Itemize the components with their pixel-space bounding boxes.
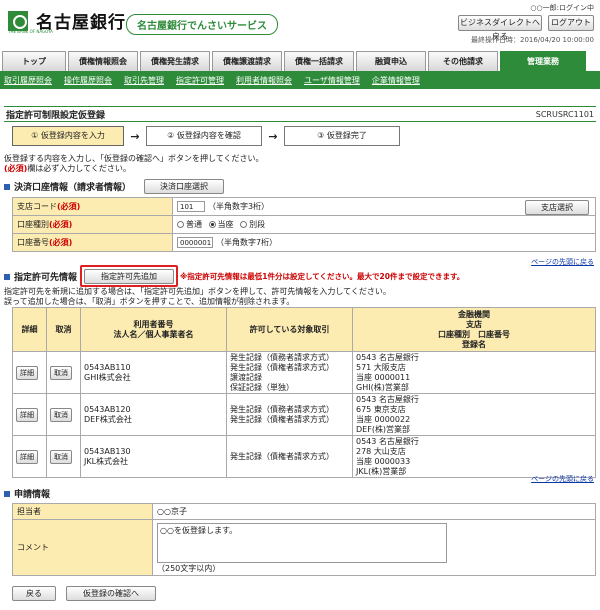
tab-bulk[interactable]: 債権一括請求: [284, 51, 354, 71]
subnav-user-manage[interactable]: ユーザ情報管理: [304, 75, 360, 86]
account-type-label: 口座種別(必須): [12, 215, 173, 234]
radio-futsu[interactable]: [177, 221, 184, 228]
detail-button[interactable]: 詳細: [16, 365, 38, 380]
subnav-partners[interactable]: 取引先管理: [124, 75, 164, 86]
permit-note-1: 指定許可先を新規に追加する場合は、「指定許可先追加」ボタンを押して、許可先情報を…: [4, 287, 391, 296]
required-mark: (必須): [4, 164, 28, 173]
detail-button[interactable]: 詳細: [16, 407, 38, 422]
radio-touza[interactable]: [208, 221, 216, 228]
page-top-link[interactable]: ページの先頭に戻る: [531, 257, 594, 267]
comment-label: コメント: [12, 519, 153, 576]
col-user: 利用者番号 法人名／個人事業者名: [80, 307, 227, 352]
permit-section-title: 指定許可先情報: [4, 270, 77, 283]
sub-navigation: 取引履歴照会 操作履歴照会 取引先管理 指定許可管理 利用者情報照会 ユーザ情報…: [0, 71, 600, 89]
main-tabs: トップ 債権情報照会 債権発生請求 債権譲渡請求 債権一括請求 融資申込 その他…: [0, 51, 600, 71]
branch-code-cell: 101 （半角数字3桁） 支店選択: [172, 197, 596, 216]
apply-table: 担当者 ○○京子 コメント ○○を仮登録します。 （250文字以内）: [12, 503, 596, 576]
arrow-right-icon: →: [130, 129, 140, 143]
required-note: 欄は必ず入力してください。: [27, 164, 131, 173]
subnav-company[interactable]: 企業情報管理: [372, 75, 420, 86]
step-1: ① 仮登録内容を入力: [12, 126, 124, 146]
permit-warning: ※指定許可先情報は最低1件分は設定してください。最大で20件まで設定できます。: [180, 272, 465, 281]
account-type-cell: 普通 当座 別段: [172, 215, 596, 234]
arrow-right-icon: →: [268, 129, 278, 143]
account-number-input[interactable]: 0000001: [177, 237, 213, 248]
subnav-history[interactable]: 取引履歴照会: [4, 75, 52, 86]
tab-other[interactable]: その他請求: [428, 51, 498, 71]
staff-label: 担当者: [12, 503, 153, 520]
bank-logo-icon: [8, 10, 28, 31]
tab-issue[interactable]: 債権発生請求: [140, 51, 210, 71]
page-title: 指定許可制限設定仮登録: [6, 110, 106, 121]
cancel-button[interactable]: 取消: [50, 365, 72, 380]
col-cancel: 取消: [46, 307, 81, 352]
step-2: ② 仮登録内容を確認: [146, 126, 262, 146]
add-permit-button[interactable]: 指定許可先追加: [84, 269, 174, 284]
tab-inquiry[interactable]: 債権情報照会: [68, 51, 138, 71]
staff-value: ○○京子: [152, 503, 596, 520]
comment-textarea[interactable]: ○○を仮登録します。: [157, 523, 447, 563]
cancel-button[interactable]: 取消: [50, 449, 72, 464]
permit-table: 詳細 取消 利用者番号 法人名／個人事業者名 許可している対象取引 金融機関 支…: [12, 307, 596, 478]
detail-button[interactable]: 詳細: [16, 449, 38, 464]
subnav-user-info[interactable]: 利用者情報照会: [236, 75, 292, 86]
intro-text: 仮登録する内容を入力し、「仮登録の確認へ」ボタンを押してください。: [4, 154, 264, 163]
account-number-label: 口座番号(必須): [12, 233, 173, 252]
tab-top[interactable]: トップ: [2, 51, 66, 71]
header: 名古屋銀行 THE BANK OF NAGOYA 名古屋銀行でんさいサービス ○…: [0, 0, 600, 50]
step-3: ③ 仮登録完了: [284, 126, 400, 146]
confirm-button[interactable]: 仮登録の確認へ: [66, 586, 156, 601]
logout-button[interactable]: ログアウト: [548, 15, 594, 31]
subnav-operation-history[interactable]: 操作履歴照会: [64, 75, 112, 86]
screen-code: SCRUSRC1101: [535, 109, 594, 119]
comment-cell: ○○を仮登録します。 （250文字以内）: [152, 519, 596, 576]
bank-sub: THE BANK OF NAGOYA: [8, 29, 53, 34]
branch-code-input[interactable]: 101: [177, 201, 205, 212]
page-top-link[interactable]: ページの先頭に戻る: [531, 474, 594, 484]
apply-section-title: 申請情報: [4, 487, 50, 500]
table-row: 詳細 取消 0543AB130 JKL株式会社 発生記録（債権者請求方式） 054…: [12, 435, 596, 478]
cancel-button[interactable]: 取消: [50, 407, 72, 422]
last-operation: 最終操作日時：2016/04/20 10:00:00: [470, 36, 594, 44]
business-direct-button[interactable]: ビジネスダイレクトへ戻る: [458, 15, 542, 41]
settle-section-title: 決済口座情報（請求者情報）: [4, 180, 131, 193]
table-row: 詳細 取消 0543AB120 DEF株式会社 発生記録（債務者請求方式） 発生記…: [12, 393, 596, 436]
settle-account-select-button[interactable]: 決済口座選択: [144, 179, 224, 194]
tab-management[interactable]: 管理業務: [500, 51, 586, 71]
settle-table: 支店コード(必須) 101 （半角数字3桁） 支店選択 口座種別(必須) 普通 当…: [12, 197, 596, 252]
subnav-permit[interactable]: 指定許可管理: [176, 75, 224, 86]
col-bank: 金融機関 支店 口座種別 口座番号 登録名: [352, 307, 596, 352]
settle-title: 決済口座情報（請求者情報）: [14, 183, 132, 193]
radio-betsudan[interactable]: [240, 221, 248, 228]
account-number-cell: 0000001 （半角数字7桁）: [172, 233, 596, 252]
branch-select-button[interactable]: 支店選択: [525, 200, 589, 215]
permit-note-2: 誤って追加した場合は、「取消」ボタンを押すことで、追加情報が削除されます。: [4, 297, 295, 306]
tab-transfer[interactable]: 債権譲渡請求: [212, 51, 282, 71]
back-button[interactable]: 戻る: [12, 586, 56, 601]
tab-loan[interactable]: 融資申込: [356, 51, 426, 71]
intro-required: (必須)欄は必ず入力してください。: [4, 164, 131, 174]
col-target: 許可している対象取引: [226, 307, 353, 352]
table-row: 詳細 取消 0543AB110 GHI株式会社 発生記録（債務者請求方式） 発生記…: [12, 351, 596, 394]
step-indicator: ① 仮登録内容を入力 → ② 仮登録内容を確認 → ③ 仮登録完了: [12, 126, 400, 146]
login-user: ○○一郎:ログイン中: [530, 4, 594, 12]
page-title-bar: 指定許可制限設定仮登録 SCRUSRC1101: [4, 106, 596, 122]
comment-hint: （250文字以内）: [157, 564, 221, 573]
branch-code-label: 支店コード(必須): [12, 197, 173, 216]
service-name: 名古屋銀行でんさいサービス: [126, 14, 278, 35]
col-detail: 詳細: [12, 307, 47, 352]
